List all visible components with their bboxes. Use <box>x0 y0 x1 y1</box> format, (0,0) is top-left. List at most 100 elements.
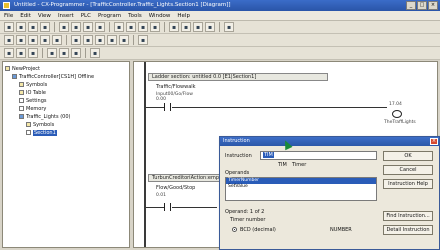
rung1-contact[interactable] <box>164 103 171 111</box>
xref-icon[interactable]: ▪ <box>47 48 57 58</box>
tree-item-symbols[interactable]: Symbols <box>5 81 127 89</box>
addr-icon[interactable]: ▪ <box>59 48 69 58</box>
dialog-close-button[interactable]: × <box>430 138 438 145</box>
rung2-operand-addr: 0.01 <box>156 193 167 198</box>
maximize-button[interactable]: □ <box>417 1 427 10</box>
project-icon <box>5 66 10 71</box>
tree-item-settings[interactable]: Settings <box>5 97 127 105</box>
toolbar-diagram: ▪ ▪ ▪ ▪ ▪ ▪ ▪ ▪ ▪ ▪ ▪ <box>0 34 440 47</box>
grid-icon[interactable]: ▪ <box>150 22 160 32</box>
line-icon[interactable]: ▪ <box>83 35 93 45</box>
project-icon[interactable]: ▪ <box>4 48 14 58</box>
program-icon <box>19 114 24 119</box>
jump-icon[interactable]: ▪ <box>138 35 148 45</box>
monitor2-icon[interactable]: ▪ <box>90 48 100 58</box>
nc-coil-icon[interactable]: ▪ <box>52 35 62 45</box>
coil-name: TheTraffLights <box>384 120 416 125</box>
coil-icon[interactable]: ▪ <box>40 35 50 45</box>
instruction-hint-mnemonic: TIM <box>278 162 287 168</box>
select-icon[interactable]: ▪ <box>4 35 14 45</box>
online-icon[interactable]: ▪ <box>169 22 179 32</box>
tree-item-plc[interactable]: TrafficController[CS1H] Offline <box>5 73 127 81</box>
menu-edit[interactable]: Edit <box>20 13 31 19</box>
copy-icon[interactable]: ▪ <box>71 22 81 32</box>
menu-help[interactable]: Help <box>177 13 190 19</box>
io-table-icon <box>19 90 24 95</box>
toolbar-separator <box>42 48 43 58</box>
plc-icon <box>12 74 17 79</box>
vertical-icon[interactable]: ▪ <box>95 35 105 45</box>
toolbar-separator <box>219 22 220 32</box>
section-icon <box>26 130 31 135</box>
monitor-icon[interactable]: ▪ <box>181 22 191 32</box>
tree-item-io-table[interactable]: IO Table <box>5 89 127 97</box>
bcd-radio[interactable] <box>232 227 237 232</box>
instruction-icon[interactable]: ▪ <box>71 35 81 45</box>
open-icon[interactable]: ▪ <box>16 22 26 32</box>
tree-item-program-symbols[interactable]: Symbols <box>5 121 127 129</box>
operands-list[interactable]: TimerNumber SetValue <box>225 177 377 201</box>
instruction-input[interactable]: TIM <box>260 151 377 160</box>
contact-icon[interactable]: ▪ <box>16 35 26 45</box>
menu-insert[interactable]: Insert <box>58 13 74 19</box>
section-header: Ladder section: untitled 0.0 [E1|Section… <box>148 73 328 81</box>
menu-program[interactable]: Program <box>98 13 121 19</box>
save-icon[interactable]: ▪ <box>28 22 38 32</box>
instruction-help-button[interactable]: Instruction Help <box>383 179 433 189</box>
menu-tools[interactable]: Tools <box>128 13 142 19</box>
toolbar-separator <box>109 22 110 32</box>
symbol-icon[interactable]: ▪ <box>71 48 81 58</box>
rung1-operand-addr: 0.00 <box>156 97 167 102</box>
instruction-label: Instruction <box>225 153 252 159</box>
tree-root[interactable]: NewProject <box>5 65 127 73</box>
operand-item[interactable]: SetValue <box>226 184 376 190</box>
detail-instruction-button[interactable]: Detail Instruction <box>383 225 433 235</box>
paste-icon[interactable]: ▪ <box>83 22 93 32</box>
operand-type: NUMBER <box>330 227 352 233</box>
window-title: Untitled - CX-Programmer - [TrafficContr… <box>14 2 231 8</box>
project-tree[interactable]: NewProject TrafficController[CS1H] Offli… <box>2 61 130 248</box>
dialog-title: Instruction <box>223 138 250 144</box>
tree-item-program[interactable]: Traffic_Lights (00) <box>5 113 127 121</box>
new-icon[interactable]: ▪ <box>4 22 14 32</box>
redo-icon[interactable]: ▪ <box>114 22 124 32</box>
rung2-contact[interactable] <box>164 203 171 211</box>
menu-bar: File Edit View Insert PLC Program Tools … <box>0 11 440 21</box>
tree-item-section1[interactable]: Section1 <box>5 129 127 137</box>
rung2-wire-mid <box>172 207 217 208</box>
menu-file[interactable]: File <box>4 13 13 19</box>
memory-icon <box>19 106 24 111</box>
ok-button[interactable]: OK <box>383 151 433 161</box>
nc-contact-icon[interactable]: ▪ <box>28 35 38 45</box>
transfer-icon[interactable]: ▪ <box>193 22 203 32</box>
close-button[interactable]: × <box>428 1 438 10</box>
print-icon[interactable]: ▪ <box>40 22 50 32</box>
tree-item-memory[interactable]: Memory <box>5 105 127 113</box>
undo-icon[interactable]: ▪ <box>95 22 105 32</box>
instruction-hint-name: Timer <box>292 162 307 168</box>
cancel-button[interactable]: Cancel <box>383 165 433 175</box>
bus-icon[interactable]: ▪ <box>119 35 129 45</box>
zoom-icon[interactable]: ▪ <box>138 22 148 32</box>
watch-icon[interactable]: ▪ <box>28 48 38 58</box>
cut-icon[interactable]: ▪ <box>59 22 69 32</box>
compile-icon[interactable]: ▪ <box>205 22 215 32</box>
help-icon[interactable]: ▪ <box>224 22 234 32</box>
find-instruction-button[interactable]: Find Instruction... <box>383 211 433 221</box>
window-controls: _ □ × <box>406 1 438 10</box>
toolbar-separator <box>164 22 165 32</box>
comment-icon[interactable]: ▪ <box>107 35 117 45</box>
dialog-title-bar: Instruction × <box>220 137 439 146</box>
minimize-button[interactable]: _ <box>406 1 416 10</box>
find-icon[interactable]: ▪ <box>126 22 136 32</box>
symbols-icon <box>26 122 31 127</box>
menu-view[interactable]: View <box>38 13 51 19</box>
settings-icon <box>19 98 24 103</box>
toolbar-separator <box>85 48 86 58</box>
rung2-wire-left <box>146 207 164 208</box>
instruction-value: TIM <box>263 152 274 158</box>
menu-window[interactable]: Window <box>149 13 171 19</box>
rung1-coil[interactable] <box>392 110 402 118</box>
menu-plc[interactable]: PLC <box>81 13 91 19</box>
output-icon[interactable]: ▪ <box>16 48 26 58</box>
